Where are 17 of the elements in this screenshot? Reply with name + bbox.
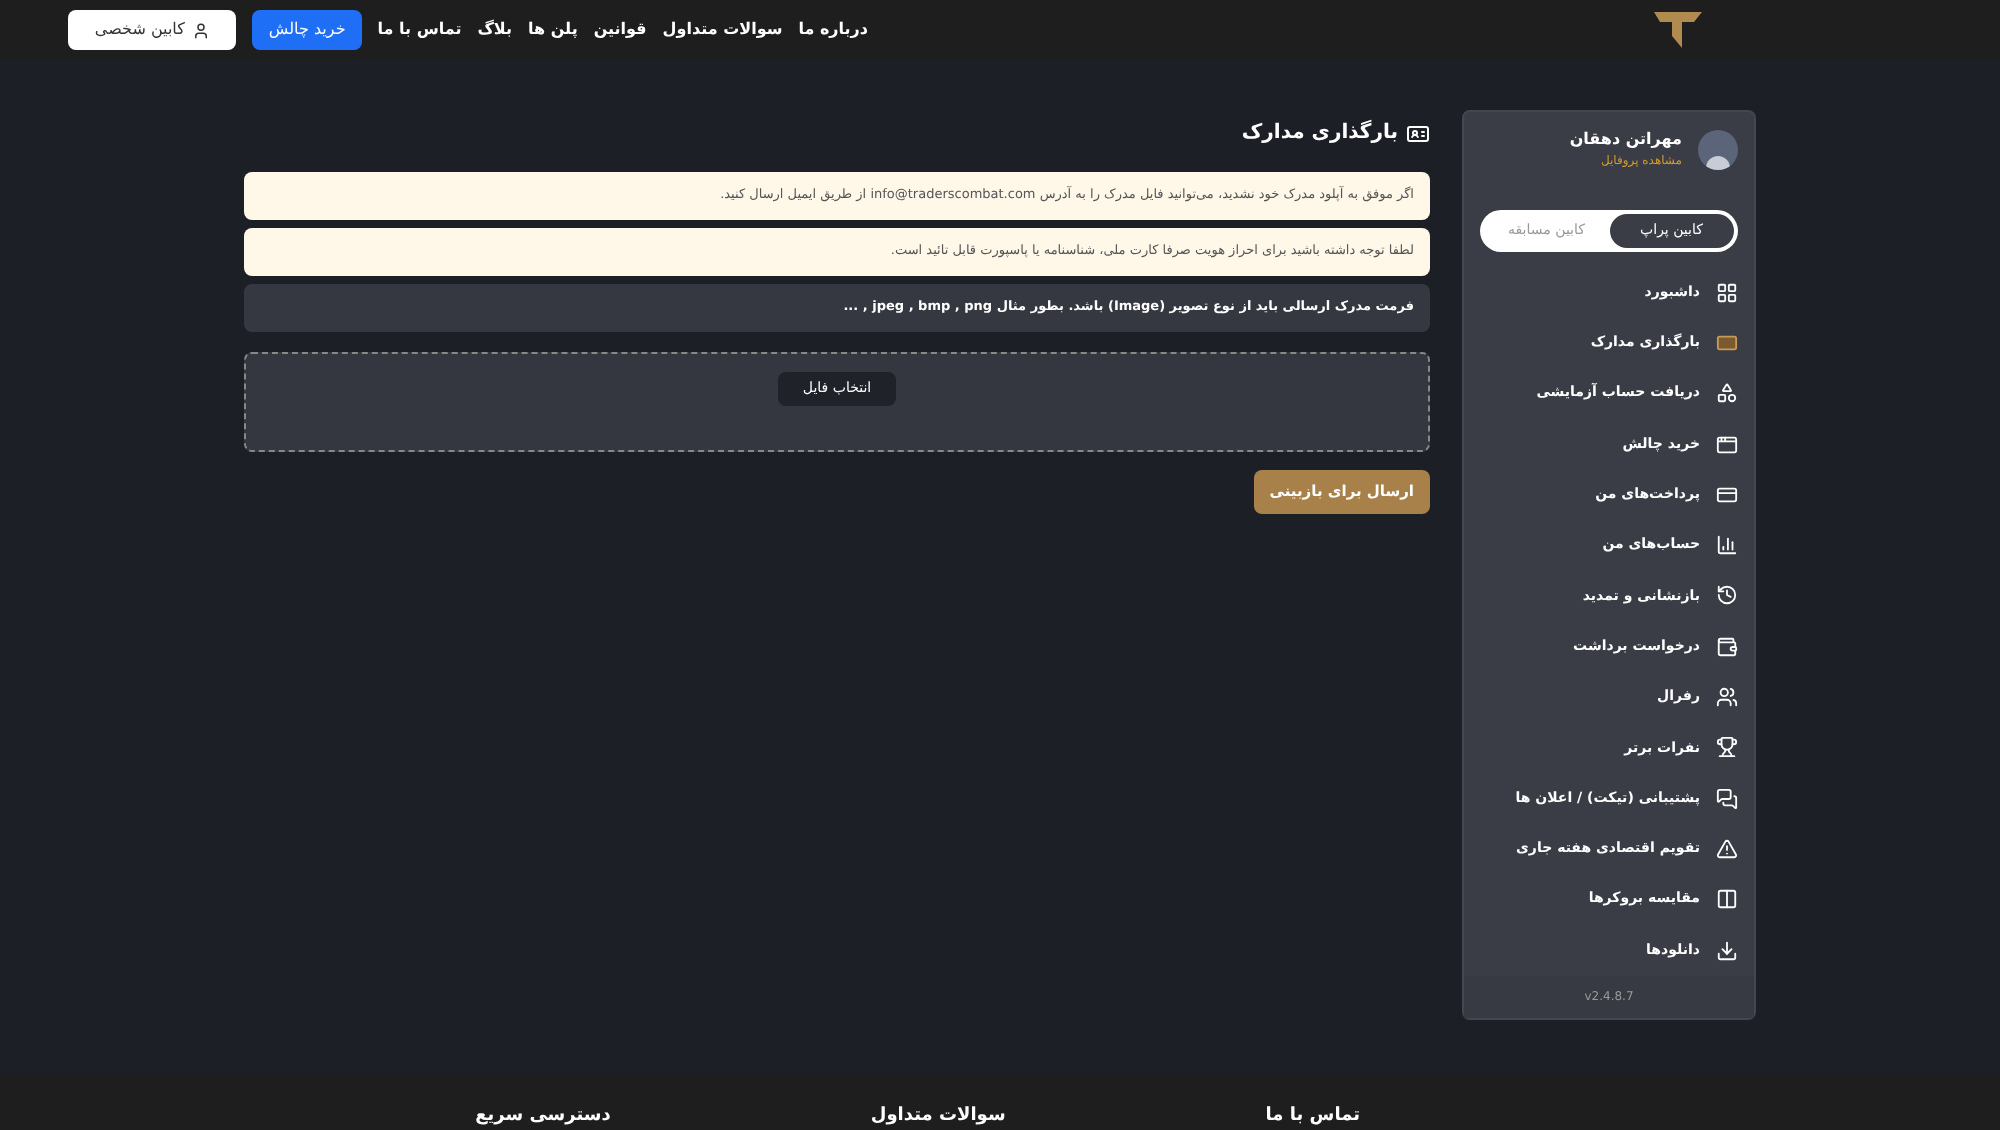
footer-heading: تماس با ما — [1265, 1108, 1360, 1126]
nav-link[interactable]: تماس با ما — [377, 18, 462, 42]
nav-link[interactable]: قوانین — [593, 18, 647, 42]
id-card-icon — [1406, 121, 1430, 145]
personal-cabin-button[interactable]: کابین شخصی — [68, 10, 237, 50]
user-name: مهراتن دهقان — [1569, 128, 1682, 152]
buy-challenge-button[interactable]: خرید چالش — [252, 10, 362, 50]
logo-icon[interactable] — [1652, 8, 1704, 52]
nav-link[interactable]: پلن ها — [528, 18, 578, 42]
footer-heading: سوالات متداول — [870, 1108, 1006, 1126]
footer-heading: دسترسی سریع — [475, 1108, 611, 1126]
nav-link[interactable]: بلاگ — [477, 18, 513, 42]
nav-link[interactable]: درباره ما — [798, 18, 868, 42]
avatar-icon — [1698, 129, 1738, 169]
user-icon — [192, 21, 211, 39]
page-title: بارگذاری مدارک — [1241, 118, 1398, 148]
nav-link[interactable]: سوالات متداول — [662, 18, 783, 42]
